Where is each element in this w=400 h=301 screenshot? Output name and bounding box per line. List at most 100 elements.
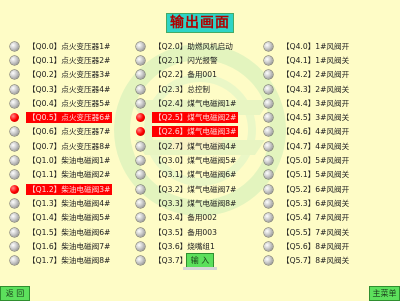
status-indicator-icon [10,55,19,65]
status-indicator-icon [10,141,19,151]
status-indicator-icon [10,241,19,251]
output-row: 【Q3.5】备用003 [136,225,238,239]
output-row: 【Q4.4】3#风阀开 [264,96,351,110]
output-row: 【Q0.0】点火变压器1# [10,39,112,53]
output-label: 【Q2.2】备用001 [154,70,217,80]
status-indicator-icon [10,113,19,123]
output-row: 【Q4.6】4#风阀开 [264,125,351,139]
status-indicator-icon [264,113,273,123]
output-row: 【Q1.7】柴油电磁阀8# [10,253,112,267]
status-indicator-icon [264,141,273,151]
status-indicator-icon [10,198,19,208]
output-column-2: 【Q2.0】助燃风机启动 【Q2.1】闪光报警 【Q2.2】备用001 【Q2.3】总… [136,39,239,268]
output-label: 【Q0.0】点火变压器1# [28,41,111,51]
output-label: 【Q3.6】烧嘴组1 [154,241,215,251]
output-row: 【Q1.6】柴油电磁阀7# [10,239,112,253]
status-indicator-icon [264,256,273,266]
input-button[interactable]: 输 入 [186,253,214,268]
output-row: 【Q2.0】助燃风机启动 [136,39,238,53]
output-label: 【Q3.3】煤气电磁阀8# [154,198,237,208]
output-label: 【Q0.5】点火变压器6# [26,112,113,124]
status-indicator-icon [136,156,145,166]
status-indicator-icon [264,227,273,237]
status-indicator-icon [10,256,19,266]
status-indicator-icon [264,84,273,94]
output-row: 【Q0.7】点火变压器8# [10,139,112,153]
output-row: 【Q5.3】6#风阀关 [264,196,351,210]
output-row: 【Q2.7】煤气电磁阀4# [136,139,238,153]
status-indicator-icon [136,70,145,80]
output-label: 【Q1.7】柴油电磁阀8# [28,256,111,266]
output-row: 【Q5.0】5#风阀开 [264,153,351,167]
output-row: 【Q2.3】总控制 [136,82,238,96]
output-label: 【Q3.2】煤气电磁阀7# [154,184,237,194]
output-label: 【Q0.6】点火变压器7# [28,127,111,137]
output-label: 【Q2.1】闪光报警 [154,55,218,65]
status-indicator-icon [264,156,273,166]
output-row: 【Q5.5】7#风阀关 [264,225,351,239]
output-row: 【Q0.2】点火变压器3# [10,68,112,82]
output-row: 【Q4.2】2#风阀开 [264,68,351,82]
status-indicator-icon [136,127,145,137]
output-row: 【Q0.1】点火变压器2# [10,53,112,67]
output-label: 【Q2.7】煤气电磁阀4# [154,141,237,151]
output-row: 【Q2.6】煤气电磁阀3# [136,125,239,139]
status-indicator-icon [264,198,273,208]
status-indicator-icon [136,55,145,65]
output-label: 【Q0.7】点火变压器8# [28,141,111,151]
output-row: 【Q4.3】2#风阀关 [264,82,351,96]
output-row: 【Q3.0】煤气电磁阀5# [136,153,238,167]
output-label: 【Q2.0】助燃风机启动 [154,41,233,51]
output-label: 【Q2.6】煤气电磁阀3# [152,126,239,138]
output-row: 【Q0.5】点火变压器6# [10,110,113,124]
output-label: 【Q5.3】6#风阀关 [282,198,350,208]
status-indicator-icon [10,70,19,80]
output-row: 【Q5.2】6#风阀开 [264,182,351,196]
output-label: 【Q1.2】柴油电磁阀3# [26,183,113,195]
output-label: 【Q1.4】柴油电磁阀5# [28,213,111,223]
output-row: 【Q5.4】7#风阀开 [264,211,351,225]
output-label: 【Q4.5】3#风阀关 [282,113,350,123]
output-row: 【Q5.7】8#风阀关 [264,253,351,267]
status-indicator-icon [136,113,145,123]
status-indicator-icon [264,41,273,51]
output-row: 【Q4.1】1#风阀关 [264,53,351,67]
status-indicator-icon [136,41,145,51]
output-label: 【Q4.7】4#风阀关 [282,141,350,151]
output-row: 【Q0.3】点火变压器4# [10,82,112,96]
status-indicator-icon [10,84,19,94]
output-row: 【Q1.0】柴油电磁阀1# [10,153,112,167]
output-row: 【Q1.3】柴油电磁阀4# [10,196,112,210]
output-label: 【Q1.0】柴油电磁阀1# [28,156,111,166]
output-row: 【Q3.3】煤气电磁阀8# [136,196,238,210]
output-row: 【Q2.5】煤气电磁阀2# [136,110,239,124]
output-row: 【Q1.5】柴油电磁阀6# [10,225,112,239]
status-indicator-icon [264,213,273,223]
output-label: 【Q4.3】2#风阀关 [282,84,350,94]
output-label: 【Q5.4】7#风阀开 [282,213,350,223]
output-label: 【Q2.5】煤气电磁阀2# [152,112,239,124]
status-indicator-icon [136,98,145,108]
output-column-3: 【Q4.0】1#风阀开 【Q4.1】1#风阀关 【Q4.2】2#风阀开 【Q4.3】2… [264,39,351,268]
output-row: 【Q1.4】柴油电磁阀5# [10,211,112,225]
output-label: 【Q2.3】总控制 [154,84,211,94]
status-indicator-icon [10,213,19,223]
status-indicator-icon [136,198,145,208]
main-menu-button[interactable]: 主菜单 [369,286,400,301]
output-label: 【Q0.2】点火变压器3# [28,70,111,80]
back-button[interactable]: 返 回 [0,286,30,301]
output-label: 【Q5.7】8#风阀关 [282,256,350,266]
output-label: 【Q4.1】1#风阀关 [282,55,350,65]
output-label: 【Q5.0】5#风阀开 [282,156,350,166]
output-label: 【Q4.2】2#风阀开 [282,70,350,80]
input-button-base [183,267,217,270]
output-row: 【Q4.7】4#风阀关 [264,139,351,153]
output-label: 【Q4.0】1#风阀开 [282,41,350,51]
status-indicator-icon [264,70,273,80]
output-row: 【Q2.1】闪光报警 [136,53,238,67]
output-row: 【Q1.2】柴油电磁阀3# [10,182,113,196]
status-indicator-icon [10,127,19,137]
output-label: 【Q3.1】煤气电磁阀6# [154,170,237,180]
output-label: 【Q3.0】煤气电磁阀5# [154,156,237,166]
output-row: 【Q0.4】点火变压器5# [10,96,112,110]
